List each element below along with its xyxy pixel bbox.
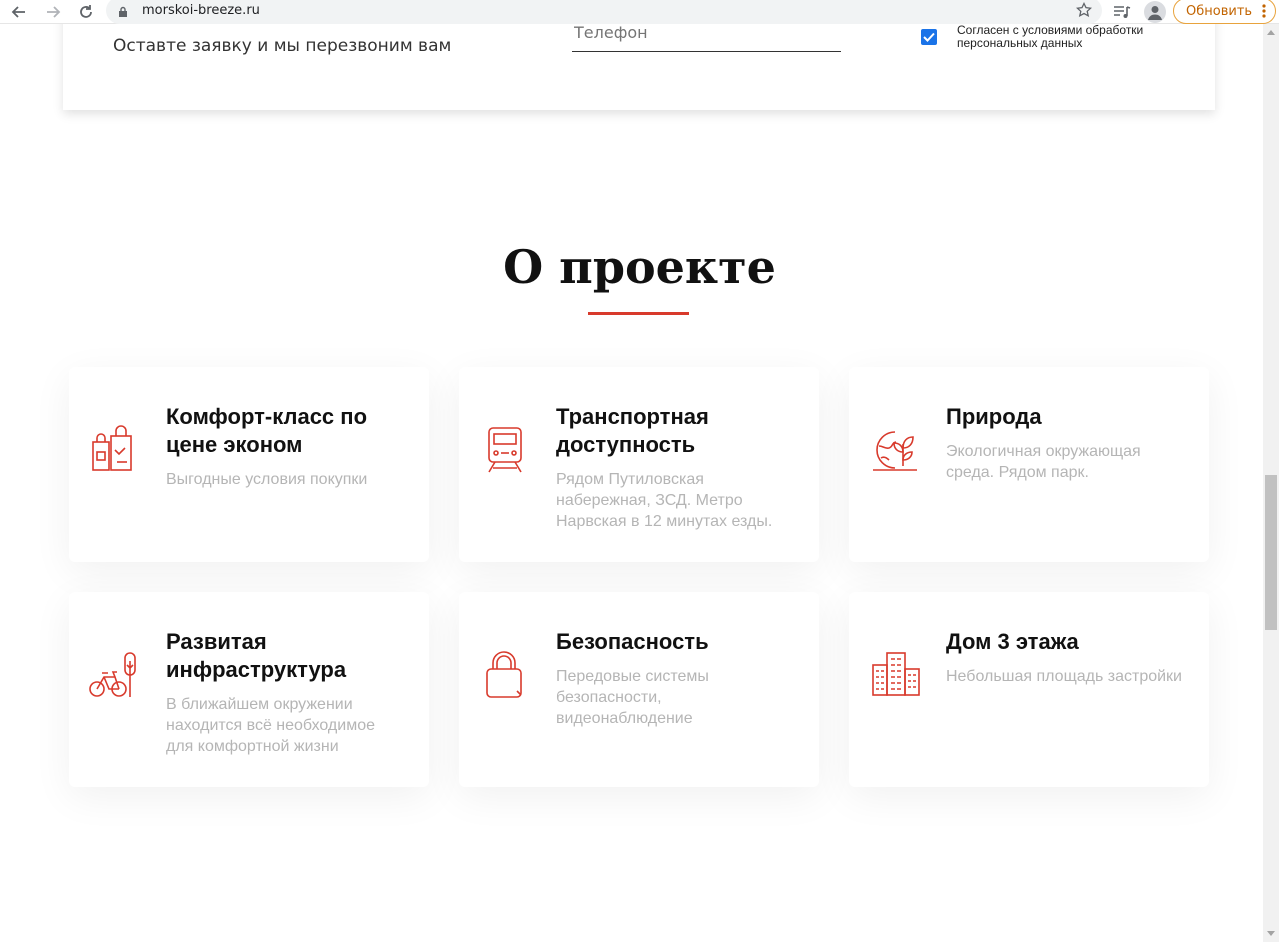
browser-toolbar: morskoi-breeze.ru Обновить [0, 0, 1279, 24]
feature-text: Передовые системы безопасности, видеонаб… [556, 668, 709, 727]
buildings-icon [867, 647, 923, 703]
address-bar[interactable]: morskoi-breeze.ru [106, 0, 1102, 24]
train-icon [477, 422, 533, 478]
feature-card: Развитая инфраструктура В ближайшем окру… [69, 592, 429, 787]
globe-plant-icon [867, 422, 923, 478]
feature-title: Дом 3 этажа [946, 629, 1079, 654]
feature-title: Безопасность [556, 629, 709, 654]
menu-dots-icon[interactable] [1262, 3, 1266, 23]
bicycle-tree-icon [87, 647, 143, 703]
media-control-icon[interactable] [1111, 1, 1133, 23]
feature-title: Комфорт-класс по цене эконом [166, 404, 368, 457]
feature-text: Рядом Путиловская набережная, ЗСД. Метро… [556, 471, 773, 530]
person-icon [1148, 6, 1162, 20]
section-title: О проекте [503, 240, 776, 294]
callback-text: Оставте заявку и мы перезвоним вам [113, 36, 452, 56]
scroll-up-arrow-icon[interactable] [1267, 30, 1275, 35]
agree-label: Согласен с условиями обработки персональ… [957, 23, 1144, 50]
scrollbar-thumb[interactable] [1265, 475, 1277, 630]
feature-title: Транспортная доступность [556, 404, 709, 457]
agree-checkbox[interactable] [921, 29, 937, 45]
feature-card: Безопасность Передовые системы безопасно… [459, 592, 819, 787]
back-button[interactable] [8, 1, 30, 23]
arrow-left-icon [11, 6, 25, 18]
feature-text: Выгодные условия покупки [166, 471, 368, 488]
url-text: morskoi-breeze.ru [142, 3, 260, 18]
scroll-down-arrow-icon[interactable] [1267, 931, 1275, 936]
shopping-bags-icon [87, 422, 143, 478]
update-button[interactable]: Обновить [1173, 0, 1276, 24]
update-button-label: Обновить [1186, 3, 1253, 19]
feature-title: Развитая инфраструктура [166, 629, 347, 682]
arrow-right-icon [47, 6, 61, 18]
reload-button[interactable] [75, 1, 97, 23]
page-scrollbar[interactable] [1263, 24, 1279, 942]
profile-avatar[interactable] [1144, 1, 1166, 23]
feature-text: Небольшая площадь застройки [946, 668, 1182, 685]
feature-card: Комфорт-класс по цене эконом Выгодные ус… [69, 367, 429, 562]
feature-card: Дом 3 этажа Небольшая площадь застройки [849, 592, 1209, 787]
bookmark-star-icon[interactable] [1075, 1, 1093, 23]
title-underline [588, 312, 689, 315]
checkmark-icon [923, 32, 935, 42]
padlock-icon [477, 647, 533, 703]
lock-icon [118, 5, 128, 23]
reload-icon [80, 5, 92, 18]
feature-title: Природа [946, 404, 1042, 429]
forward-button[interactable] [42, 1, 64, 23]
feature-text: Экологичная окружающая среда. Рядом парк… [946, 443, 1141, 481]
feature-card: Транспортная доступность Рядом Путиловск… [459, 367, 819, 562]
feature-text: В ближайшем окружении находится всё необ… [166, 696, 375, 755]
feature-card: Природа Экологичная окружающая среда. Ря… [849, 367, 1209, 562]
